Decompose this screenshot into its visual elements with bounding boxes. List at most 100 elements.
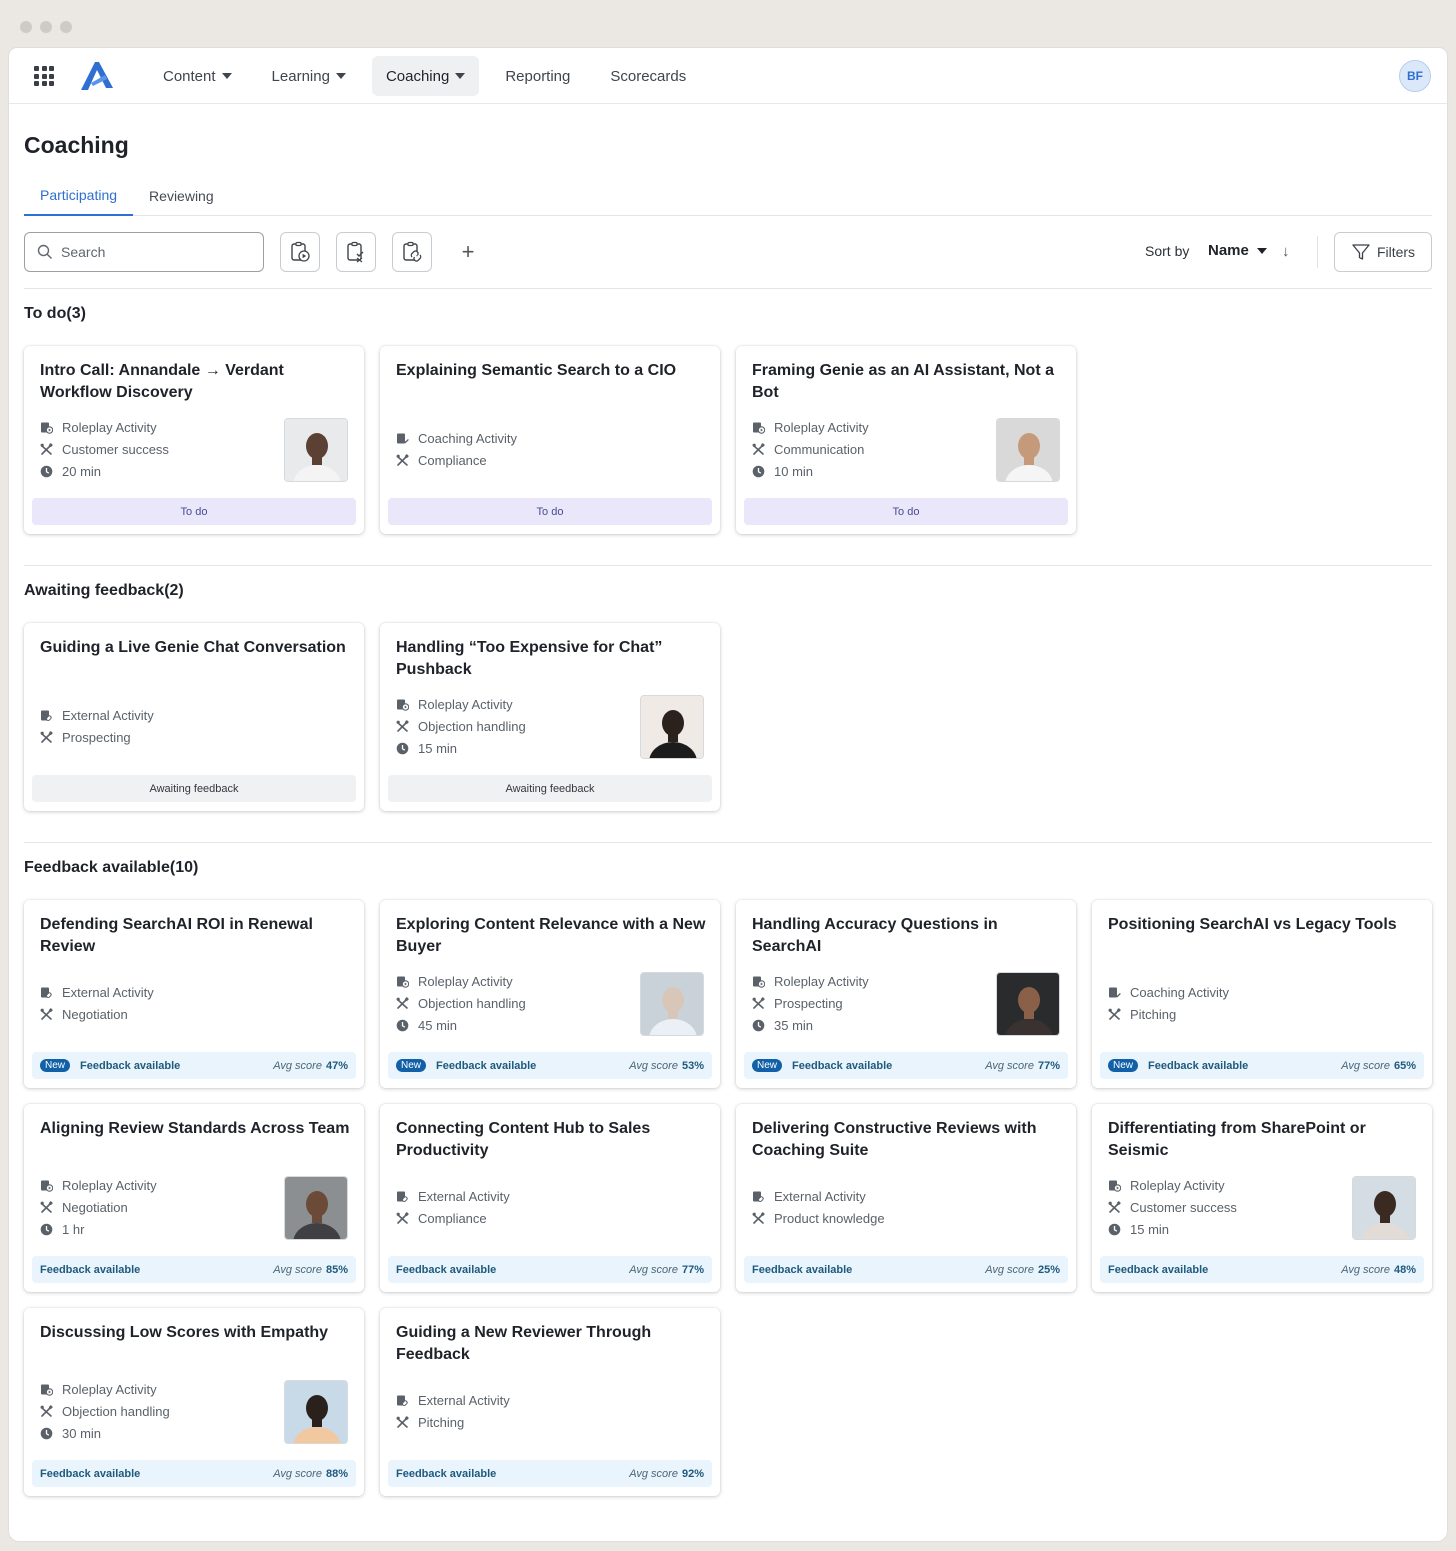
coaching-card[interactable]: Defending SearchAI ROI in Renewal Review… bbox=[24, 900, 364, 1088]
card-meta: Roleplay Activity Objection handling 45 mi… bbox=[396, 970, 626, 1036]
app-grid-icon[interactable] bbox=[34, 66, 54, 86]
clipboard-play-icon bbox=[1109, 1180, 1121, 1192]
skill-label: Objection handling bbox=[418, 718, 526, 734]
coaching-card[interactable]: Framing Genie as an AI Assistant, Not a … bbox=[736, 346, 1076, 534]
card-title: Framing Genie as an AI Assistant, Not a … bbox=[752, 362, 1054, 401]
activity-type-label: Coaching Activity bbox=[1130, 984, 1229, 1000]
card-meta: Roleplay Activity Customer success 15 min bbox=[1108, 1174, 1338, 1240]
avg-score-value: 92% bbox=[681, 1467, 704, 1480]
coaching-card[interactable]: Differentiating from SharePoint or Seism… bbox=[1092, 1104, 1432, 1292]
window-maximize-dot[interactable] bbox=[60, 21, 72, 33]
card-title: Aligning Review Standards Across Team bbox=[40, 1120, 350, 1137]
window-minimize-dot[interactable] bbox=[40, 21, 52, 33]
coaching-card[interactable]: Guiding a Live Genie Chat Conversation Ex… bbox=[24, 623, 364, 811]
avg-score: Avg score 53% bbox=[629, 1060, 704, 1072]
coaching-card[interactable]: Positioning SearchAI vs Legacy Tools Coac… bbox=[1092, 900, 1432, 1088]
tab-reviewing[interactable]: Reviewing bbox=[133, 176, 230, 216]
status-label: Feedback available bbox=[80, 1059, 181, 1072]
clock-icon bbox=[1108, 1223, 1121, 1235]
duration: 45 min bbox=[396, 1014, 626, 1036]
clock-icon bbox=[40, 1223, 53, 1235]
nav-coaching[interactable]: Coaching bbox=[371, 56, 480, 96]
skill: Customer success bbox=[40, 438, 270, 460]
clipboard-link-icon bbox=[753, 1191, 764, 1202]
duration-label: 45 min bbox=[418, 1017, 458, 1033]
skill-label: Compliance bbox=[418, 1210, 487, 1226]
coaching-activity-button[interactable] bbox=[336, 232, 376, 272]
coaching-card[interactable]: Discussing Low Scores with Empathy Rolepl… bbox=[24, 1308, 364, 1496]
user-avatar[interactable]: BF bbox=[1399, 60, 1431, 92]
skill-label: Negotiation bbox=[62, 1199, 128, 1215]
sort-direction-button[interactable]: ↓ bbox=[1282, 243, 1290, 260]
sort-label: Sort by bbox=[1145, 243, 1190, 259]
window-close-dot[interactable] bbox=[20, 21, 32, 33]
duration-label: 15 min bbox=[1130, 1221, 1170, 1237]
roleplay-activity-button[interactable] bbox=[280, 232, 320, 272]
activity-type: Roleplay Activity bbox=[396, 693, 626, 715]
section-title-label: Awaiting feedback bbox=[24, 582, 165, 599]
card-title: Positioning SearchAI vs Legacy Tools bbox=[1108, 916, 1397, 933]
avg-score: Avg score 25% bbox=[985, 1264, 1060, 1276]
clock-icon bbox=[396, 1019, 409, 1031]
activity-type-label: Roleplay Activity bbox=[774, 973, 869, 989]
coaching-card[interactable]: Intro Call: Annandale → Verdant Workflow… bbox=[24, 346, 364, 534]
activity-type-label: Roleplay Activity bbox=[62, 419, 157, 435]
clock-icon bbox=[752, 1019, 765, 1031]
tools-icon bbox=[396, 1415, 409, 1428]
duration: 10 min bbox=[752, 460, 982, 482]
duration: 1 hr bbox=[40, 1218, 270, 1240]
coaching-card[interactable]: Explaining Semantic Search to a CIO Coach… bbox=[380, 346, 720, 534]
coaching-card[interactable]: Guiding a New Reviewer Through Feedback E… bbox=[380, 1308, 720, 1496]
status-bar: To do bbox=[744, 498, 1068, 525]
status-label: Feedback available bbox=[436, 1059, 537, 1072]
participant-avatar bbox=[1352, 1176, 1416, 1240]
clipboard-link-icon bbox=[41, 987, 52, 998]
nav-learning[interactable]: Learning bbox=[258, 56, 360, 96]
nav-reporting[interactable]: Reporting bbox=[491, 56, 584, 96]
clipboard-play-icon bbox=[291, 241, 310, 262]
skill-label: Pitching bbox=[418, 1414, 465, 1430]
activity-type-label: Roleplay Activity bbox=[62, 1177, 157, 1193]
tab-participating[interactable]: Participating bbox=[24, 176, 134, 216]
coaching-card[interactable]: Connecting Content Hub to Sales Producti… bbox=[380, 1104, 720, 1292]
app-window: Content Learning Coaching Reporting Scor… bbox=[9, 48, 1447, 1541]
nav-scorecards[interactable]: Scorecards bbox=[596, 56, 700, 96]
tools-icon bbox=[1108, 1200, 1121, 1213]
filters-button[interactable]: Filters bbox=[1334, 232, 1432, 272]
add-button[interactable]: + bbox=[456, 232, 480, 272]
status-bar: Feedback available Avg score 88% bbox=[32, 1460, 356, 1487]
avg-score: Avg score 47% bbox=[273, 1060, 348, 1072]
clipboard-play-icon bbox=[753, 976, 765, 988]
nav-content[interactable]: Content bbox=[149, 56, 246, 96]
search-input[interactable] bbox=[61, 244, 241, 260]
coaching-card[interactable]: Handling “Too Expensive for Chat” Pushba… bbox=[380, 623, 720, 811]
coaching-card[interactable]: Aligning Review Standards Across Team Rol… bbox=[24, 1104, 364, 1292]
clipboard-play-icon bbox=[397, 699, 409, 711]
avg-score-label: Avg score bbox=[273, 1467, 322, 1480]
avg-score-value: 85% bbox=[325, 1263, 348, 1276]
tools-icon bbox=[40, 1404, 53, 1417]
participant-photo bbox=[641, 696, 703, 758]
search-icon bbox=[37, 244, 52, 259]
clipboard-play-icon bbox=[397, 976, 409, 988]
card-title: Handling Accuracy Questions in SearchAI bbox=[752, 916, 998, 955]
coaching-card[interactable]: Delivering Constructive Reviews with Coa… bbox=[736, 1104, 1076, 1292]
new-badge: New bbox=[1108, 1059, 1139, 1072]
skill-label: Objection handling bbox=[418, 995, 526, 1011]
nav-scorecards-label: Scorecards bbox=[610, 67, 687, 85]
card-meta: External Activity Pitching bbox=[396, 1389, 626, 1433]
skill: Customer success bbox=[1108, 1196, 1338, 1218]
sort-dropdown[interactable]: Name bbox=[1208, 242, 1267, 259]
external-activity-button[interactable] bbox=[392, 232, 432, 272]
card-title: Defending SearchAI ROI in Renewal Review bbox=[40, 916, 313, 955]
duration: 35 min bbox=[752, 1014, 982, 1036]
coaching-card[interactable]: Handling Accuracy Questions in SearchAI R… bbox=[736, 900, 1076, 1088]
coaching-card[interactable]: Exploring Content Relevance with a New B… bbox=[380, 900, 720, 1088]
section-title-label: Feedback available bbox=[24, 859, 170, 876]
avg-score: Avg score 92% bbox=[629, 1468, 704, 1480]
activity-type-label: Roleplay Activity bbox=[774, 419, 869, 435]
status-label: To do bbox=[536, 505, 564, 518]
activity-type: Roleplay Activity bbox=[40, 1174, 270, 1196]
page-title: Coaching bbox=[24, 132, 129, 158]
brand-logo-icon[interactable] bbox=[79, 59, 115, 92]
